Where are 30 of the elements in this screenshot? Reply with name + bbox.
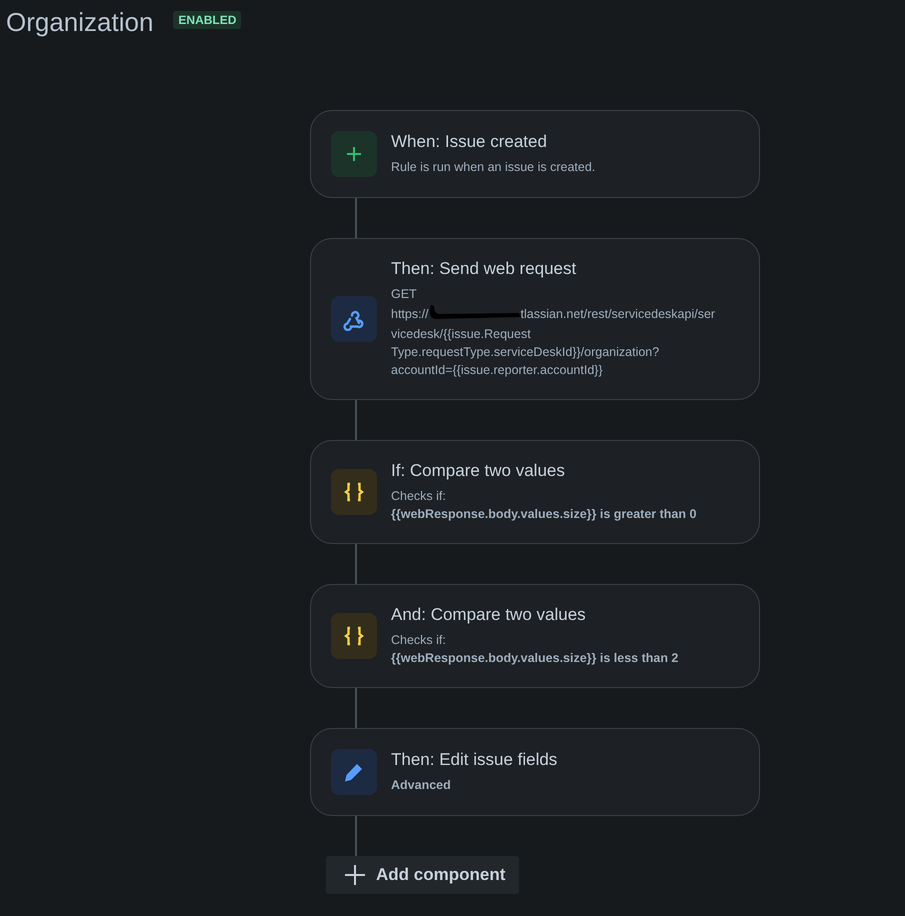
- card-detail: accountId={{issue.reporter.accountId}}: [391, 362, 604, 379]
- card-title: When: Issue created: [391, 132, 548, 152]
- rule-card[interactable]: And: Compare two values Checks if: {{webResponse.body.values.size}} is less than 2: [310, 584, 760, 688]
- card-title: Then: Send web request: [391, 259, 578, 279]
- card-title: If: Compare two values: [391, 461, 566, 481]
- card-detail: Type.requestType.serviceDeskId}}/organization?: [391, 344, 660, 361]
- card-detail: Advanced: [391, 777, 452, 794]
- page-title: Organization: [6, 6, 154, 38]
- pencil-icon: [343, 761, 365, 783]
- plus-icon: [346, 146, 362, 162]
- card-title: And: Compare two values: [391, 605, 587, 625]
- rule-card[interactable]: If: Compare two values Checks if: {{webResponse.body.values.size}} is greater than 0: [310, 440, 760, 544]
- card-detail: {{webResponse.body.values.size}} is greater than 0: [391, 506, 696, 523]
- add-component-button[interactable]: Add component: [326, 856, 520, 894]
- card-detail: Checks if:: [391, 632, 447, 649]
- card-detail: https://: [391, 306, 429, 323]
- card-detail: vicedesk/{{issue.Request: [391, 326, 532, 343]
- card-detail: {{webResponse.body.values.size}} is less than 2: [391, 650, 678, 667]
- card-detail: Checks if:: [391, 488, 447, 505]
- rule-card[interactable]: When: Issue created Rule is run when an issue is created.: [310, 110, 760, 198]
- card-title: Then: Edit issue fields: [391, 750, 558, 770]
- rule-card[interactable]: Then: Send web request GET https:// tlassian.net/rest/servicedeskapi/ser vicedesk/{{issue.Request Type.requestType.serviceDeskId}}/organization? accountId={{issue.reporter.accountId}}: [310, 238, 760, 400]
- card-detail: Rule is run when an issue is created.: [391, 159, 596, 176]
- braces-icon: [342, 482, 366, 502]
- plus-icon: [344, 864, 366, 886]
- card-detail: GET: [391, 286, 418, 303]
- rule-card[interactable]: Then: Edit issue fields Advanced: [310, 728, 760, 816]
- braces-icon: [342, 626, 366, 646]
- status-badge: ENABLED: [173, 11, 242, 29]
- card-detail: tlassian.net/rest/servicedeskapi/ser: [520, 306, 716, 323]
